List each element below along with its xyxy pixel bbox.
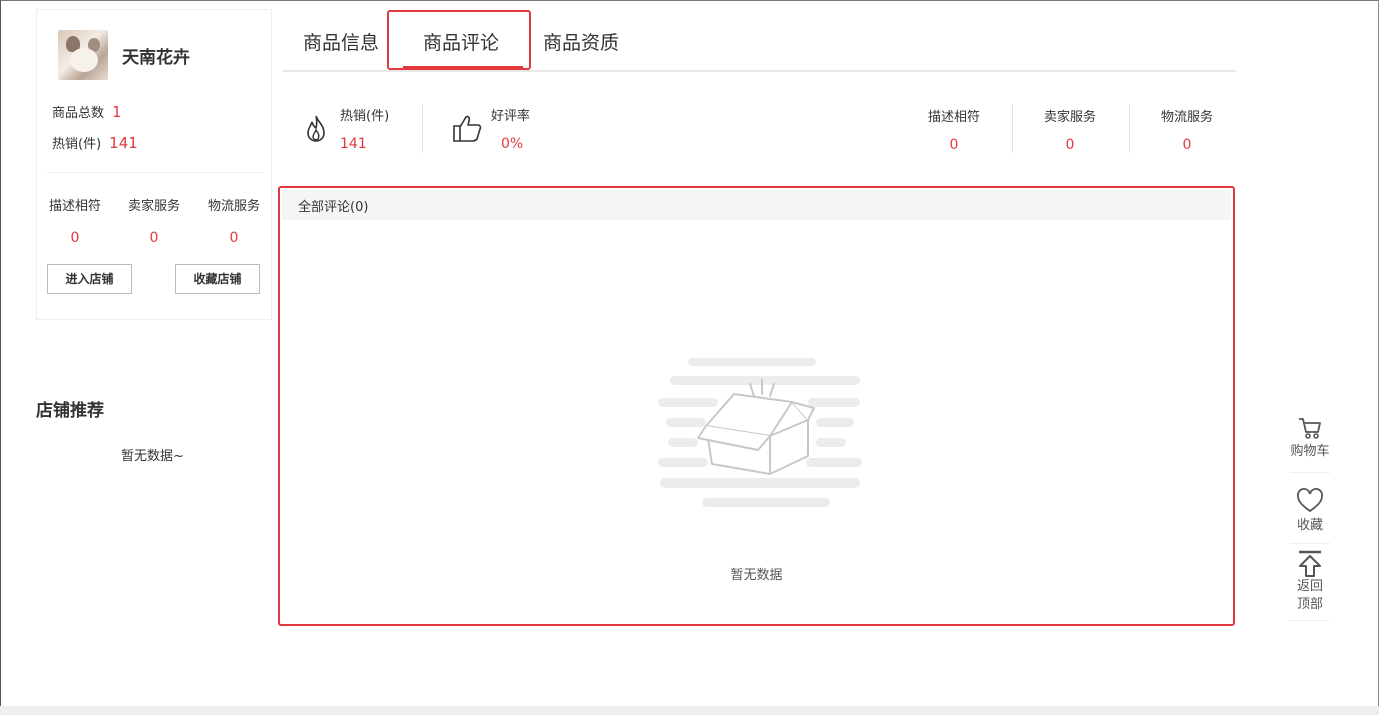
favorite-label: 收藏	[1296, 518, 1323, 533]
review-empty-text: 暂无数据	[730, 568, 783, 583]
shop-score-description: 描述相符 0	[37, 195, 113, 246]
back-to-top-label-2: 顶部	[1296, 597, 1323, 612]
flame-icon	[303, 114, 329, 148]
shop-score-logistics: 物流服务 0	[196, 195, 272, 246]
hot-sales-value: 141	[340, 136, 367, 152]
shop-name[interactable]: 天南花卉	[122, 43, 190, 68]
score-label: 卖家服务	[127, 199, 180, 214]
side-divider	[1290, 543, 1330, 544]
good-rate-label: 好评率	[491, 109, 531, 124]
review-filter-bar: 全部评论(0)	[282, 190, 1231, 220]
tab-product-reviews[interactable]: 商品评论	[423, 28, 499, 55]
card-divider	[47, 172, 263, 173]
score-logistics: 物流服务 0	[1129, 106, 1245, 153]
enter-shop-button[interactable]: 进入店铺	[47, 264, 132, 294]
score-value: 0	[1182, 137, 1192, 153]
total-products-label: 商品总数	[52, 106, 105, 121]
hot-sales-label: 热销(件)	[340, 109, 390, 124]
tab-product-info[interactable]: 商品信息	[303, 28, 379, 55]
side-divider	[1290, 620, 1330, 621]
shop-card: 天南花卉 商品总数 1 热销(件) 141 描述相符 0 卖家服务 0 物流服务 0…	[36, 9, 272, 320]
favorite-shop-button[interactable]: 收藏店铺	[175, 264, 260, 294]
score-value: 0	[1065, 137, 1075, 153]
favorite-button[interactable]: 收藏	[1284, 488, 1336, 533]
hot-sales-value: 141	[109, 134, 138, 152]
product-tabs: 商品信息 商品评论 商品资质	[283, 10, 1236, 72]
score-label: 卖家服务	[1043, 110, 1096, 125]
empty-box-icon	[658, 356, 862, 515]
shop-recommend-empty: 暂无数据~	[121, 449, 184, 464]
shop-avatar[interactable]	[58, 30, 108, 80]
thumbs-up-icon	[451, 113, 483, 147]
back-to-top-button[interactable]: 返回 顶部	[1284, 550, 1336, 614]
good-rate-value: 0%	[501, 136, 524, 152]
score-value: 0	[229, 230, 239, 246]
back-to-top-label-1: 返回	[1296, 579, 1323, 594]
cart-label: 购物车	[1290, 444, 1330, 459]
shop-recommend-title: 店铺推荐	[36, 401, 104, 421]
side-divider	[1290, 472, 1330, 473]
tab-product-qualification[interactable]: 商品资质	[543, 28, 619, 55]
good-rate-block: 好评率 0%	[491, 105, 530, 152]
cart-button[interactable]: 购物车	[1284, 416, 1336, 459]
total-products-stat: 商品总数 1	[52, 102, 122, 121]
tab-active-underline	[403, 66, 523, 69]
score-service: 卖家服务 0	[1012, 106, 1128, 153]
score-label: 描述相符	[48, 199, 101, 214]
shop-score-service: 卖家服务 0	[116, 195, 192, 246]
total-products-value: 1	[112, 103, 122, 121]
cart-icon	[1284, 416, 1336, 440]
score-description: 描述相符 0	[896, 106, 1012, 153]
stat-divider	[422, 104, 423, 153]
score-value: 0	[70, 230, 80, 246]
heart-icon	[1284, 488, 1336, 514]
hot-sales-stat: 热销(件) 141	[52, 133, 138, 152]
score-value: 0	[149, 230, 159, 246]
bottom-strip	[0, 706, 1379, 715]
review-panel: 全部评论(0) 暂无数据	[278, 186, 1235, 626]
arrow-up-icon	[1284, 550, 1336, 578]
score-label: 描述相符	[927, 110, 980, 125]
score-value: 0	[949, 137, 959, 153]
score-label: 物流服务	[1160, 110, 1213, 125]
hot-sales-label: 热销(件)	[52, 137, 102, 152]
hot-sales-block: 热销(件) 141	[340, 105, 389, 152]
review-tab-all[interactable]: 全部评论(0)	[298, 196, 368, 215]
score-label: 物流服务	[207, 199, 260, 214]
